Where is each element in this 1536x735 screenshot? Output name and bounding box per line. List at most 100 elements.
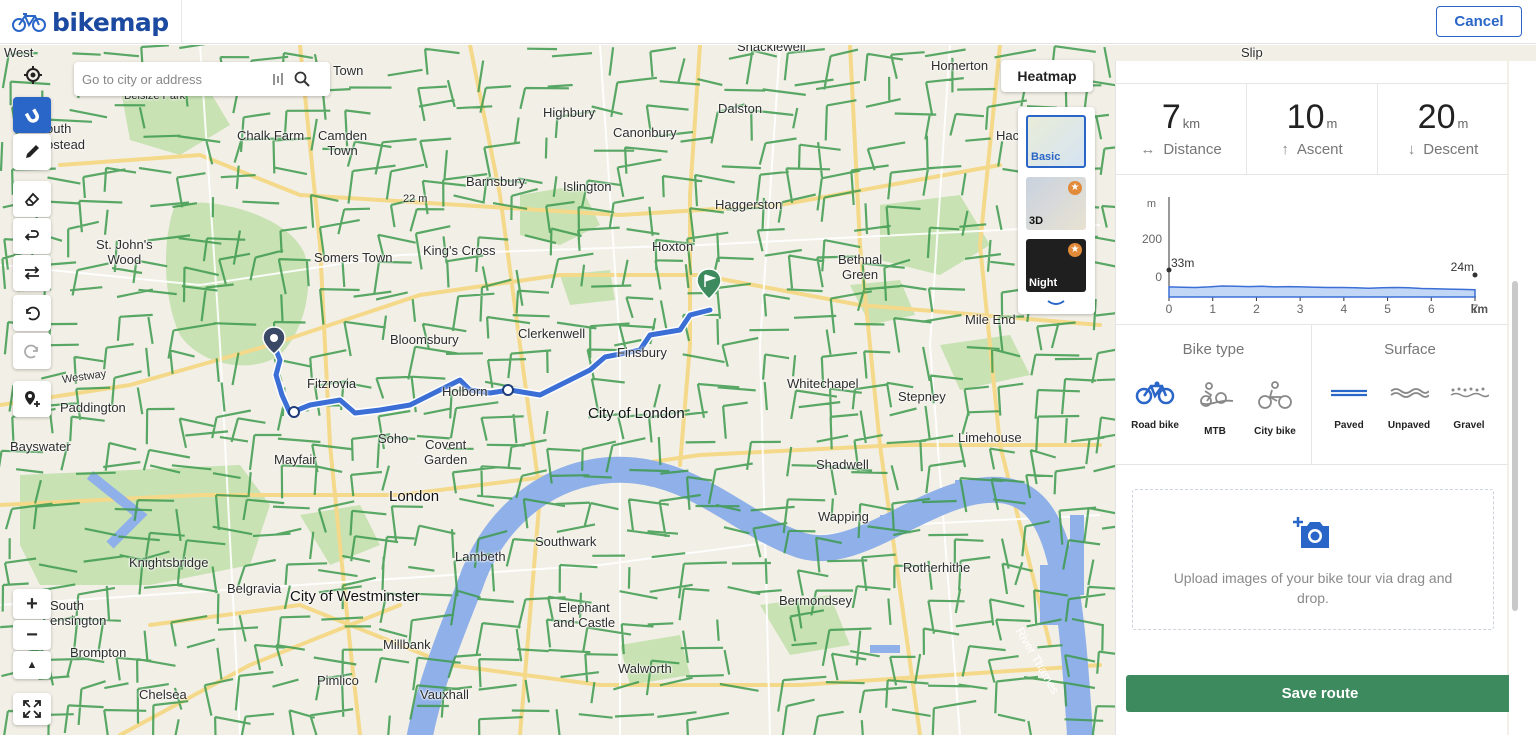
ascent-value: 10 (1286, 98, 1325, 136)
panel-scrollbar[interactable] (1509, 61, 1536, 735)
map-label: Highbury (543, 105, 596, 120)
map-label: Town (333, 63, 364, 78)
zoom-out-button[interactable]: − (13, 620, 51, 650)
map-label: Belgravia (227, 581, 282, 596)
map-style-basic[interactable]: Basic (1026, 115, 1086, 168)
premium-badge-icon: ★ (1068, 243, 1082, 257)
map-label: Somers Town (314, 250, 393, 265)
redo-button[interactable] (13, 333, 51, 369)
distance-label: Distance (1163, 141, 1222, 158)
elevation-x-tick: 4 (1341, 302, 1348, 316)
pencil-icon (26, 145, 39, 158)
map-label: City of London (588, 405, 685, 422)
map-label: Elephant and Castle (553, 600, 616, 630)
add-photo-icon (1293, 517, 1329, 548)
cancel-button[interactable]: Cancel (1436, 6, 1522, 37)
redo-icon (24, 344, 38, 359)
map-label: Knightsbridge (129, 555, 209, 570)
map-label: Haggerston (715, 197, 783, 212)
map-label: Bethnal Green (838, 252, 883, 282)
map-label: Soho (378, 431, 409, 446)
bike-type-label: Road bike (1131, 420, 1179, 431)
elevation-y-tick: 200 (1142, 232, 1162, 246)
heatmap-toggle[interactable]: Heatmap (1001, 60, 1093, 92)
elevation-y-unit: m (1147, 198, 1156, 210)
map-label: Islington (563, 179, 612, 194)
map-label: Clerkenwell (518, 326, 586, 341)
elevation-profile[interactable]: m 200 0 01234567 33m 24m km (1116, 175, 1508, 325)
route-panel: 7 km ↔ Distance 10 m ↑ Ascent 20 m ↓ Descent m… (1115, 61, 1514, 735)
map-style-3d[interactable]: ★ 3D (1026, 177, 1086, 230)
map-style-night[interactable]: ★ Night (1026, 239, 1086, 292)
add-poi-icon (25, 391, 40, 407)
add-poi-button[interactable] (13, 381, 51, 417)
via-point (288, 406, 300, 418)
surface-paved[interactable]: Paved (1318, 381, 1380, 431)
undo-button[interactable] (13, 295, 51, 331)
bike-type-mtb[interactable]: MTB (1184, 381, 1246, 437)
map-label: Pimlico (317, 673, 359, 688)
premium-badge-icon: ★ (1068, 181, 1082, 195)
map-label: Shadwell (816, 457, 869, 472)
map-label: Slip (1241, 45, 1263, 60)
map-label: 22 m (403, 193, 428, 205)
bike-type-label: MTB (1204, 426, 1226, 437)
descent-label: Descent (1423, 141, 1479, 158)
bike-type-city[interactable]: City bike (1244, 381, 1306, 437)
undo-loop-icon (24, 230, 39, 241)
poi-filter-icon[interactable] (272, 71, 286, 87)
surface-label: Unpaved (1387, 420, 1431, 431)
paved-icon (1331, 389, 1367, 397)
map-style-label: Night (1029, 277, 1058, 289)
search-icon[interactable] (294, 71, 310, 87)
map-label: South ensington (50, 598, 107, 628)
scrollbar-thumb[interactable] (1512, 281, 1518, 611)
save-route-button[interactable]: Save route (1126, 675, 1514, 712)
chevron-down-icon[interactable] (1046, 298, 1066, 308)
gravel-icon (1450, 387, 1490, 398)
eraser-button[interactable] (13, 181, 51, 217)
bike-type-label: City bike (1254, 426, 1296, 437)
map-label: City of Westminster (290, 588, 420, 605)
map-label: pstead (46, 137, 86, 152)
map-label: Bayswater (10, 439, 71, 454)
city-bike-icon (1258, 381, 1292, 409)
logo[interactable]: bikemap (0, 0, 182, 44)
compass-button[interactable]: ▲ (13, 651, 51, 679)
search-input[interactable] (82, 71, 272, 87)
surface-unpaved[interactable]: Unpaved (1378, 381, 1440, 431)
surface-label: Paved (1334, 420, 1364, 431)
elevation-area (1168, 285, 1476, 298)
map-label: Fitzrovia (307, 376, 357, 391)
surface-gravel[interactable]: Gravel (1438, 381, 1500, 431)
photo-upload-dropzone[interactable]: Upload images of your bike tour via drag… (1132, 489, 1494, 630)
ascent-arrow-icon: ↑ (1281, 141, 1289, 158)
bike-type-road[interactable]: Road bike (1124, 381, 1186, 431)
logo-text: bikemap (52, 7, 169, 37)
map-label: Covent Garden (424, 437, 468, 467)
return-to-start-button[interactable] (13, 218, 51, 254)
fullscreen-button[interactable] (13, 693, 51, 725)
snap-to-road-button[interactable] (13, 97, 51, 133)
zoom-in-button[interactable]: + (13, 589, 51, 619)
ascent-unit: m (1326, 116, 1338, 131)
reverse-route-button[interactable] (13, 255, 51, 291)
surface-section: Surface Paved Unpaved Gravel (1312, 325, 1508, 465)
map-label: Camden Town (318, 128, 368, 158)
locate-icon (24, 66, 42, 84)
freehand-button[interactable] (13, 134, 51, 170)
map-label: Barnsbury (466, 174, 526, 189)
map-label: Homerton (931, 58, 989, 73)
locate-button[interactable] (14, 58, 52, 92)
reverse-icon (24, 266, 40, 280)
map-label: Rotherhithe (903, 560, 971, 575)
elevation-x-tick: 2 (1253, 302, 1260, 316)
via-point (502, 384, 514, 396)
mtb-icon (1200, 382, 1234, 407)
bike-type-title: Bike type (1182, 341, 1245, 358)
route-options: Bike type Road bike MTB City bike Surfac… (1116, 325, 1508, 465)
bike-type-section: Bike type Road bike MTB City bike (1116, 325, 1312, 465)
elevation-end-label: 24m (1451, 260, 1474, 274)
elevation-x-tick: 0 (1166, 302, 1173, 316)
map-label: Limehouse (958, 430, 1022, 445)
